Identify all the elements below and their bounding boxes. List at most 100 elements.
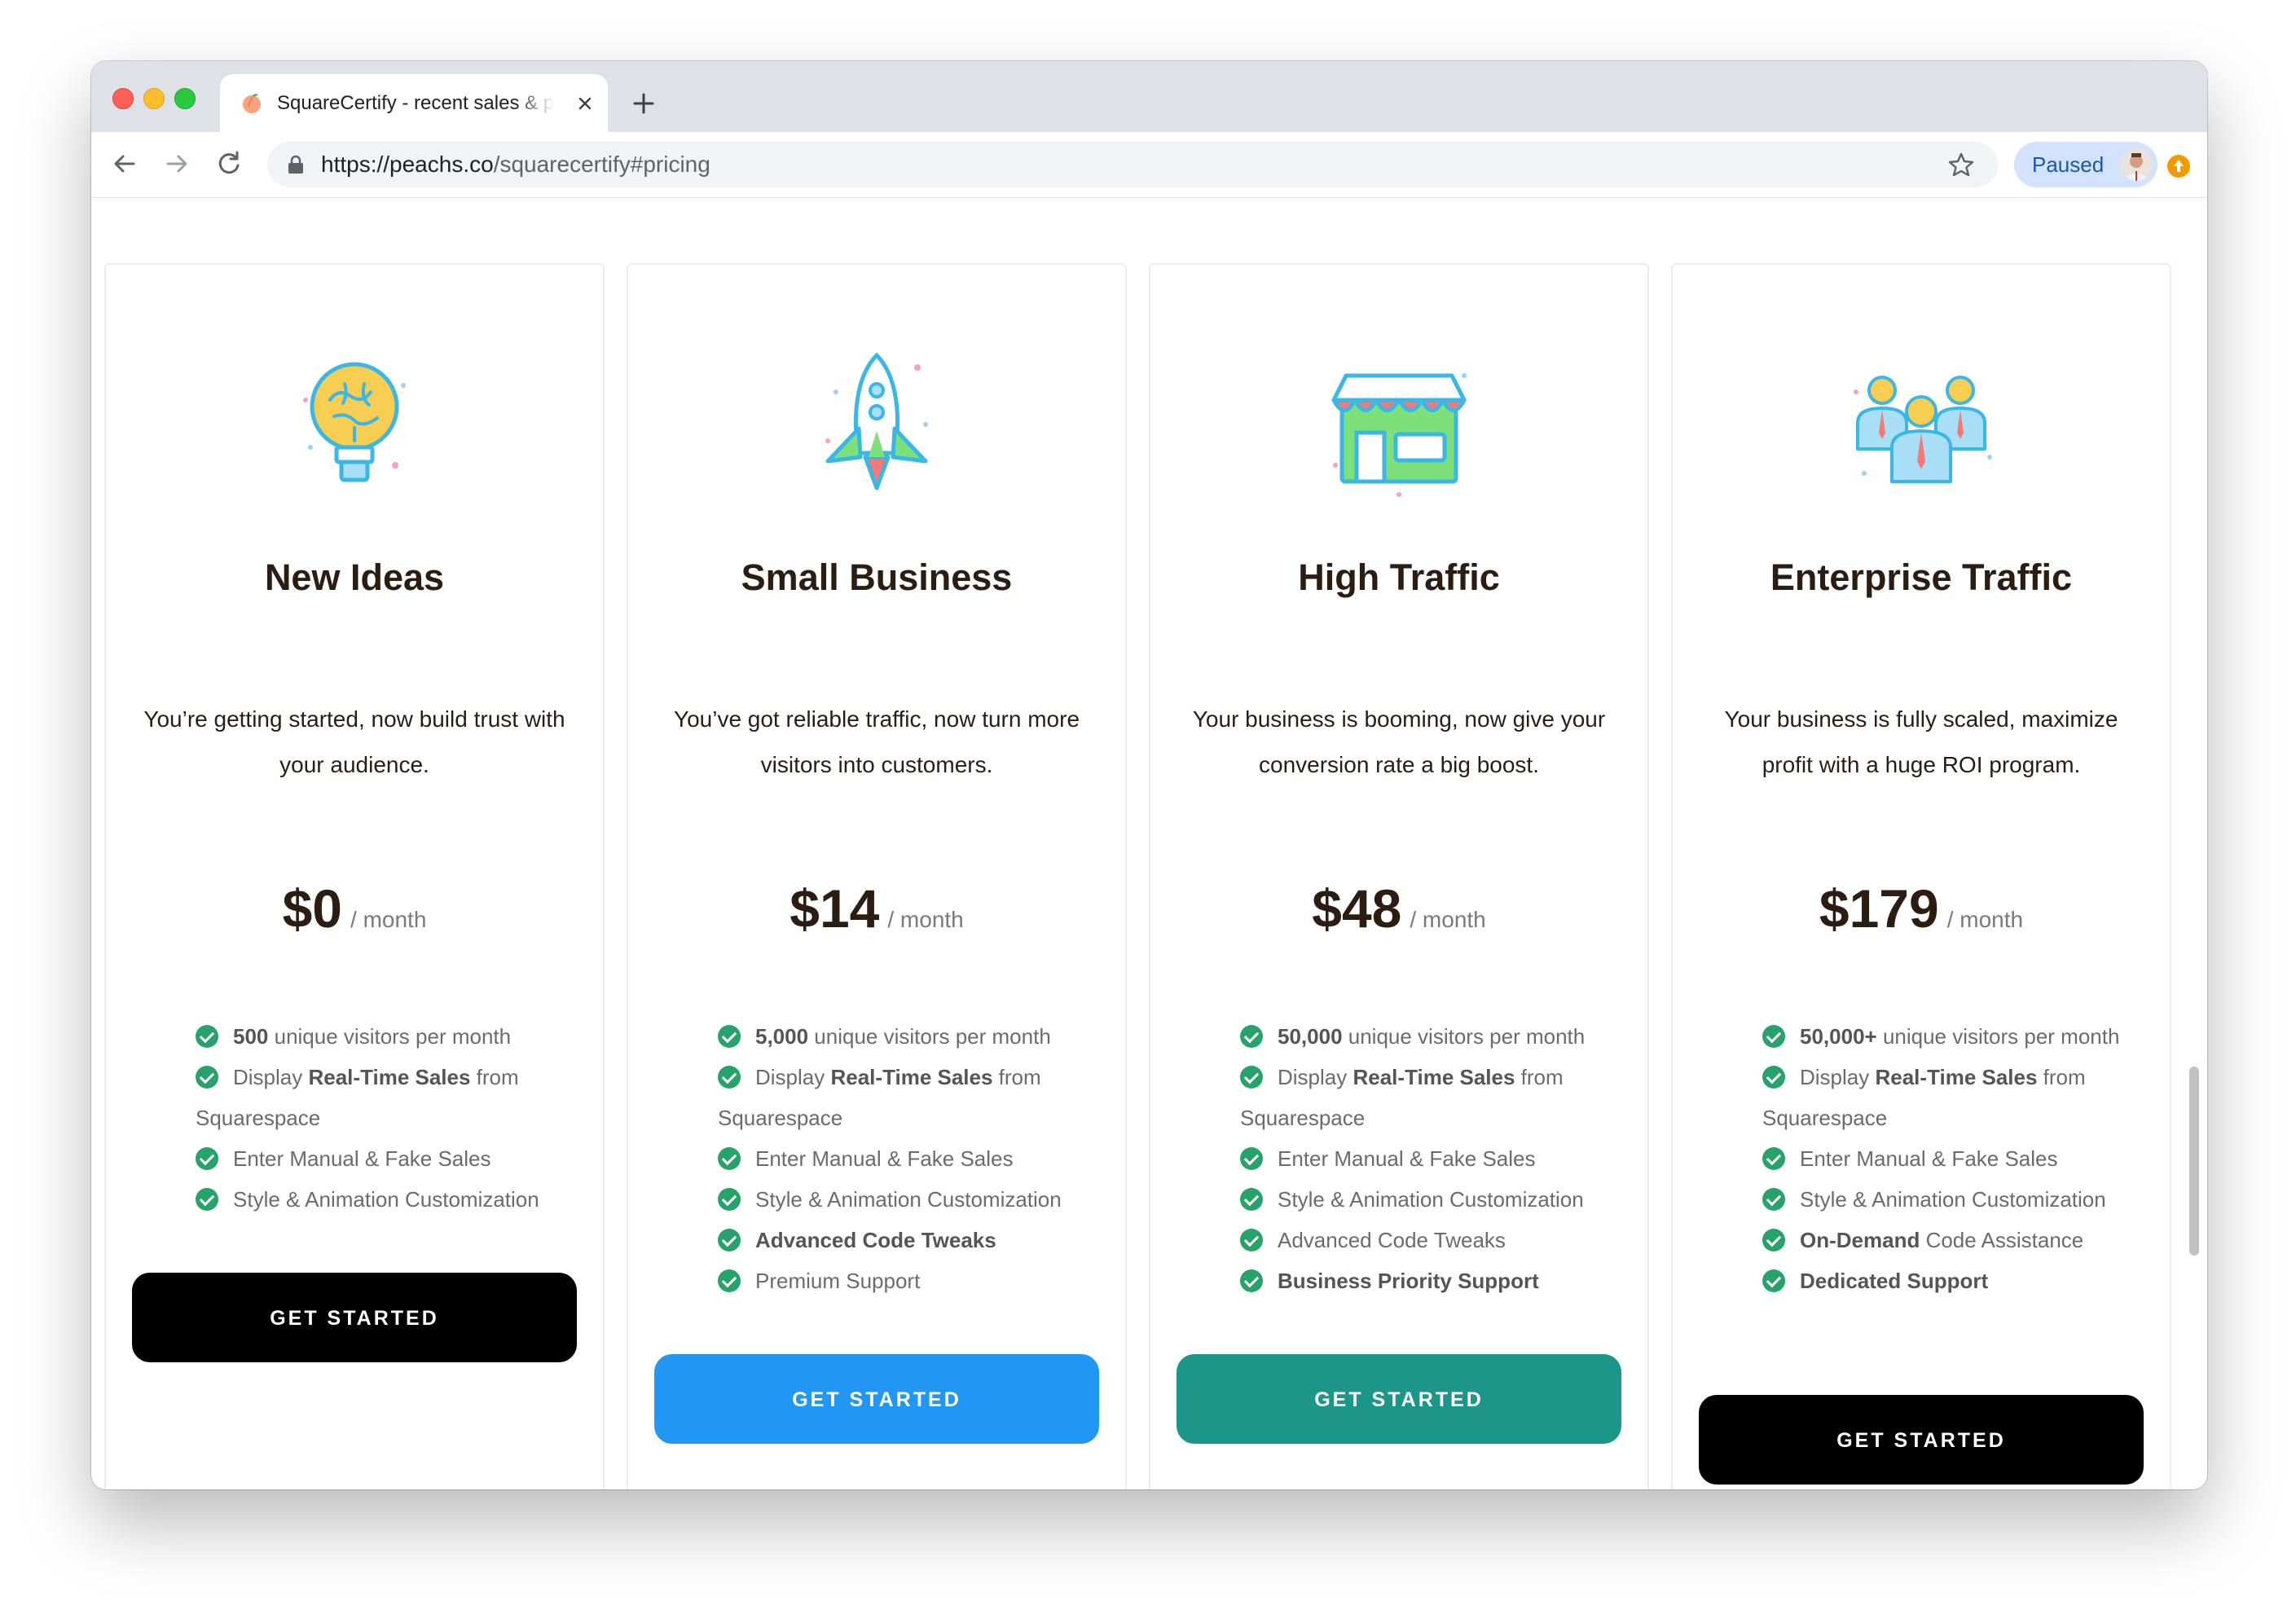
address-bar[interactable]: https://peachs.co/squarecertify#pricing <box>267 142 1998 187</box>
plan-title: Small Business <box>741 556 1013 598</box>
checkmark-icon <box>718 1269 741 1292</box>
url-text: https://peachs.co/squarecertify#pricing <box>321 150 710 179</box>
plan-title: New Ideas <box>264 556 445 598</box>
feature-item: Style & Animation Customization <box>1762 1179 2145 1220</box>
feature-text: Enter Manual & Fake Sales <box>1800 1146 2058 1171</box>
feature-list: 500 unique visitors per month Display Re… <box>196 1016 578 1220</box>
forward-arrow-icon[interactable] <box>161 148 192 179</box>
feature-item: Dedicated Support <box>1762 1260 2145 1301</box>
feature-pre: Display <box>233 1065 309 1089</box>
plan-icon-wrap <box>1150 343 1647 506</box>
vertical-scrollbar[interactable] <box>2189 1067 2199 1256</box>
price-amount: $0 <box>282 878 343 939</box>
checkmark-icon <box>1240 1147 1263 1170</box>
plan-description: Your business is booming, now give your … <box>1192 706 1606 777</box>
feature-pre: Display <box>1278 1065 1353 1089</box>
feature-bold: Real-Time Sales <box>308 1065 471 1089</box>
get-started-button[interactable]: GET STARTED <box>1177 1354 1621 1444</box>
feature-item: Display Real-Time Sales from Squarespace <box>718 1057 1101 1138</box>
feature-text: unique visitors per month <box>268 1024 512 1049</box>
feature-text: unique visitors per month <box>1876 1024 2120 1049</box>
feature-bold: 50,000+ <box>1800 1024 1877 1049</box>
plan-icon-wrap <box>1673 343 2170 506</box>
feature-item: Advanced Code Tweaks <box>1240 1220 1623 1260</box>
url-host: https://peachs.co <box>321 152 494 177</box>
price-period: / month <box>1410 907 1486 932</box>
feature-item: Enter Manual & Fake Sales <box>1240 1138 1623 1179</box>
plan-price: $179 / month <box>1673 872 2170 961</box>
price-amount: $179 <box>1819 878 1939 939</box>
feature-bold: 500 <box>233 1024 269 1049</box>
storefront-icon <box>1331 373 1467 497</box>
plan-title: High Traffic <box>1298 556 1500 598</box>
checkmark-icon <box>196 1188 218 1211</box>
price-period: / month <box>887 907 964 932</box>
plan-price: $14 / month <box>628 872 1125 961</box>
plan-icon-wrap <box>628 343 1125 506</box>
checkmark-icon <box>1240 1188 1263 1211</box>
browser-toolbar: https://peachs.co/squarecertify#pricing … <box>91 132 2207 198</box>
checkmark-icon <box>1762 1066 1785 1089</box>
team-icon <box>1854 376 1992 483</box>
browser-tab[interactable]: SquareCertify - recent sales & popups <box>220 74 608 132</box>
feature-bold: Dedicated Support <box>1800 1269 1989 1293</box>
reload-icon[interactable] <box>213 148 244 179</box>
close-window-button[interactable] <box>112 88 134 109</box>
price-amount: $14 <box>790 878 880 939</box>
get-started-button[interactable]: GET STARTED <box>654 1354 1099 1444</box>
maximize-window-button[interactable] <box>174 88 196 109</box>
checkmark-icon <box>1240 1229 1263 1251</box>
feature-text: Style & Animation Customization <box>755 1187 1062 1212</box>
feature-item: 50,000 unique visitors per month <box>1240 1016 1623 1057</box>
feature-pre: Display <box>755 1065 831 1089</box>
price-period: / month <box>1946 907 2024 932</box>
feature-item: Style & Animation Customization <box>718 1179 1101 1220</box>
checkmark-icon <box>718 1188 741 1211</box>
get-started-button[interactable]: GET STARTED <box>132 1273 577 1362</box>
feature-bold: 5,000 <box>755 1024 809 1049</box>
feature-text: unique visitors per month <box>808 1024 1051 1049</box>
checkmark-icon <box>718 1229 741 1251</box>
feature-item: On-Demand Code Assistance <box>1762 1220 2145 1260</box>
feature-item: Enter Manual & Fake Sales <box>718 1138 1101 1179</box>
close-tab-icon[interactable] <box>574 92 596 115</box>
feature-bold: Real-Time Sales <box>830 1065 993 1089</box>
feature-item: Display Real-Time Sales from Squarespace <box>1762 1057 2145 1138</box>
peach-favicon-icon <box>243 94 261 113</box>
plan-price: $48 / month <box>1150 872 1647 961</box>
checkmark-icon <box>718 1147 741 1170</box>
plan-card-small-business: Small Business You’ve got reliable traff… <box>627 263 1127 1489</box>
plan-card-high-traffic: High Traffic Your business is booming, n… <box>1149 263 1649 1489</box>
feature-bold: 50,000 <box>1278 1024 1343 1049</box>
plan-description: Your business is fully scaled, maximize … <box>1724 706 2118 777</box>
bookmark-star-icon[interactable] <box>1947 152 1975 178</box>
feature-item: 5,000 unique visitors per month <box>718 1016 1101 1057</box>
get-started-button[interactable]: GET STARTED <box>1699 1395 2144 1485</box>
checkmark-icon <box>718 1066 741 1089</box>
plan-price: $0 / month <box>106 872 603 961</box>
feature-item: Enter Manual & Fake Sales <box>196 1138 578 1179</box>
feature-bold: Advanced Code Tweaks <box>755 1228 996 1252</box>
back-arrow-icon[interactable] <box>109 148 140 179</box>
profile-button[interactable]: Paused <box>2014 142 2157 187</box>
lock-icon <box>288 155 303 174</box>
feature-bold: On-Demand <box>1800 1228 1920 1252</box>
new-tab-icon[interactable] <box>629 89 658 118</box>
feature-text: unique visitors per month <box>1342 1024 1586 1049</box>
minimize-window-button[interactable] <box>143 88 165 109</box>
feature-bold: Business Priority Support <box>1278 1269 1539 1293</box>
price-period: / month <box>350 907 427 932</box>
feature-text: Style & Animation Customization <box>233 1187 539 1212</box>
checkmark-icon <box>1762 1229 1785 1251</box>
checkmark-icon <box>196 1066 218 1089</box>
plan-title: Enterprise Traffic <box>1770 556 2073 598</box>
feature-item: Premium Support <box>718 1260 1101 1301</box>
feature-item: 500 unique visitors per month <box>196 1016 578 1057</box>
feature-item: Advanced Code Tweaks <box>718 1220 1101 1260</box>
checkmark-icon <box>1762 1147 1785 1170</box>
feature-text: Enter Manual & Fake Sales <box>755 1146 1014 1171</box>
extension-update-icon[interactable] <box>2166 153 2192 179</box>
feature-text: Enter Manual & Fake Sales <box>1278 1146 1536 1171</box>
feature-item: Business Priority Support <box>1240 1260 1623 1301</box>
tab-title: SquareCertify - recent sales & popups <box>277 92 554 114</box>
